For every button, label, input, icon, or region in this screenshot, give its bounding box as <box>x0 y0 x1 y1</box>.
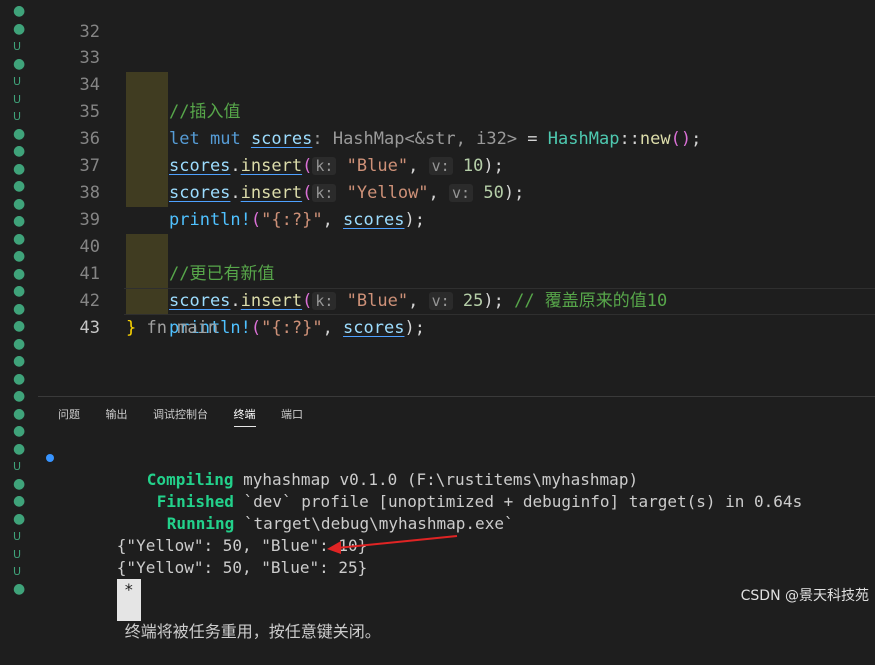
variable-scores[interactable]: scores <box>343 318 404 338</box>
git-change-dot-icon: ● <box>13 55 26 72</box>
git-change-dot-icon: ● <box>13 335 26 352</box>
terminal-line: Finished `dev` profile [unoptimized + de… <box>156 492 803 511</box>
command-status-dot-icon[interactable] <box>46 454 54 462</box>
code-line: 37 println!("{:?}", scores); <box>38 126 875 230</box>
code-line: 39 //更已有新值 <box>38 180 875 284</box>
code-line: 42 } fn main <box>38 261 875 338</box>
git-change-dot-icon: ● <box>13 265 26 282</box>
terminal-output[interactable]: Compiling myhashmap v0.1.0 (F:\rustitems… <box>38 447 875 641</box>
git-untracked-marker: U <box>13 530 22 543</box>
code-editor[interactable]: 32 33 //插入值 34 let mut scores: HashMap<&… <box>38 0 875 396</box>
git-change-dot-icon: ● <box>13 300 26 317</box>
git-change-dot-icon: ● <box>13 125 26 142</box>
git-change-dot-icon: ● <box>13 388 26 404</box>
line-number: 43 <box>79 318 100 338</box>
panel-tabs: 问题 输出 调试控制台 终端 端口 <box>58 406 325 428</box>
git-change-dot-icon: ● <box>13 230 26 247</box>
terminal-line: Compiling myhashmap v0.1.0 (F:\rustitems… <box>38 447 875 489</box>
git-change-dot-icon: ● <box>13 510 26 527</box>
git-change-dot-icon: ● <box>13 213 26 229</box>
git-change-dot-icon: ● <box>13 195 26 212</box>
git-change-dot-icon: ● <box>13 20 26 37</box>
code-line: 35 scores.insert(k: "Blue", v: 10); <box>38 72 875 176</box>
git-untracked-marker: U <box>13 565 22 578</box>
code-line: 40 scores.insert(k: "Blue", v: 25); // 覆… <box>38 207 875 311</box>
code-line: 41 println!("{:?}", scores); <box>38 234 875 338</box>
git-change-dot-icon: ● <box>13 423 26 439</box>
git-change-dot-icon: ● <box>13 493 26 509</box>
terminal-notice: 终端将被任务重用，按任意键关闭。 <box>124 622 381 641</box>
git-change-dot-icon: ● <box>13 370 26 387</box>
watermark: CSDN @景天科技苑 <box>740 588 869 604</box>
tab-ports[interactable]: 端口 <box>281 406 303 426</box>
code-line: 34 let mut scores: HashMap<&str, i32> = … <box>38 45 875 149</box>
git-untracked-marker: U <box>13 460 22 473</box>
git-change-dot-icon: ● <box>13 440 26 457</box>
git-change-dot-icon: ● <box>13 475 26 492</box>
terminal-line: Running `target\debug\myhashmap.exe` <box>166 514 514 533</box>
git-change-dot-icon: ● <box>13 283 26 299</box>
code-line: 33 //插入值 <box>38 18 875 122</box>
closing-brace: } <box>126 318 137 338</box>
git-change-dot-icon: ● <box>13 580 26 597</box>
gutter-decorations: ● ● U ● U U U ● ● ● ● ● ● ● ● ● ● ● ● ● ● ● ● ● ● ● U ● ● ● U U U ● <box>0 0 38 611</box>
bottom-panel: 问题 输出 调试控制台 终端 端口 Compiling myhashmap v0… <box>38 396 875 641</box>
code-line[interactable]: 43 <box>38 288 875 338</box>
terminal-badge: * <box>116 579 141 621</box>
red-arrow-icon <box>327 535 458 554</box>
git-untracked-marker: U <box>13 110 22 123</box>
git-change-dot-icon: ● <box>13 178 26 194</box>
terminal-line: {"Yellow": 50, "Blue": 10} <box>38 513 875 555</box>
tab-debug-console[interactable]: 调试控制台 <box>153 406 208 426</box>
git-change-dot-icon: ● <box>13 3 26 19</box>
git-untracked-marker: U <box>13 75 22 88</box>
tab-problems[interactable]: 问题 <box>58 406 80 426</box>
git-change-dot-icon: ● <box>13 405 26 422</box>
git-untracked-marker: U <box>13 92 22 106</box>
code-line: 38 <box>38 153 875 203</box>
tab-terminal[interactable]: 终端 <box>233 406 256 427</box>
scope-end-hint: fn main <box>136 318 219 338</box>
git-change-dot-icon: ● <box>13 160 26 177</box>
git-change-dot-icon: ● <box>13 248 26 264</box>
git-untracked-marker: U <box>13 547 22 561</box>
git-change-dot-icon: ● <box>13 353 26 369</box>
tab-output[interactable]: 输出 <box>106 406 128 426</box>
code-line: 32 <box>38 0 875 42</box>
code-line: 36 scores.insert(k: "Yellow", v: 50); <box>38 99 875 203</box>
format-string: "{:?}" <box>261 318 323 338</box>
git-untracked-marker: U <box>13 40 22 53</box>
git-change-dot-icon: ● <box>13 143 26 159</box>
git-change-dot-icon: ● <box>13 318 26 334</box>
